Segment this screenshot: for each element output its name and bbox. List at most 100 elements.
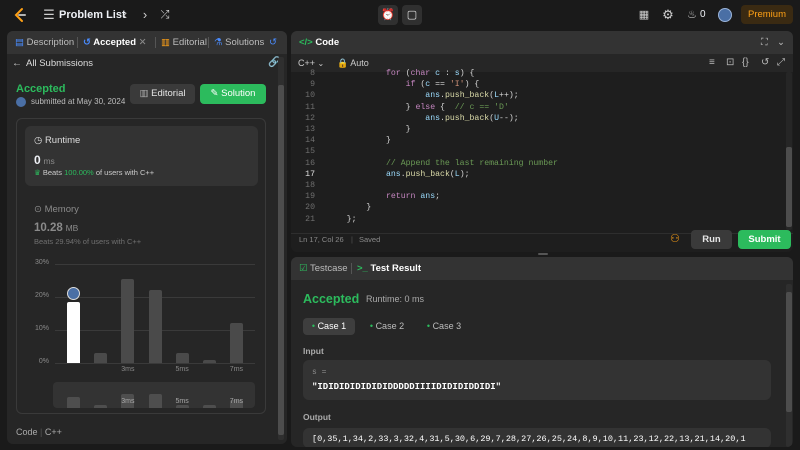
code-line[interactable]: 9 if (c == 'I') { [291, 79, 786, 90]
code-scrollbar-track[interactable] [786, 72, 792, 230]
submitted-date: submitted at May 30, 2024 [31, 97, 126, 106]
settings-gear-icon[interactable]: ⚙ [660, 7, 676, 23]
run-button[interactable]: Run [691, 230, 732, 249]
code-line[interactable]: 21 }; [291, 214, 786, 225]
tab-testcase[interactable]: ☑ Testcase [299, 257, 348, 280]
code-footer[interactable]: Code | C++ [16, 427, 62, 437]
output-field[interactable]: [0,35,1,34,2,33,3,32,4,31,5,30,6,29,7,28… [303, 428, 771, 447]
left-tab-bar: ▤ Description ↺ Accepted ✕ ▥ Editorial ⚗… [7, 31, 287, 54]
timer-icon[interactable]: ⏰ [378, 5, 398, 25]
solution-button[interactable]: ✎ Solution [200, 84, 266, 104]
code-text: if (c == 'I') { [405, 80, 480, 90]
y-tick-label: 10% [34, 325, 49, 332]
chart-bar[interactable] [121, 278, 135, 363]
notes-icon[interactable]: ▢ [402, 5, 422, 25]
code-text: ans.push_back(L++); [425, 91, 519, 101]
code-line[interactable]: 19 return ans; [291, 191, 786, 202]
code-line[interactable]: 18 [291, 180, 786, 191]
code-line[interactable]: 15 [291, 146, 786, 157]
layout-grid-icon[interactable]: ▦ [636, 7, 652, 23]
code-line[interactable]: 11 } else { // c == 'D' [291, 102, 786, 113]
chart-bar[interactable] [202, 359, 216, 363]
language-select[interactable]: C++ ⌄ [298, 58, 324, 68]
case-2-tab[interactable]: • Case 2 [361, 318, 413, 335]
editorial-button[interactable]: ▥ Editorial [130, 84, 195, 104]
range-overview-chart[interactable]: 3ms 5ms 7ms [53, 382, 255, 408]
list-icon[interactable]: ☰ [41, 7, 57, 23]
flame-icon[interactable]: ♨ [684, 7, 700, 23]
overview-bar [67, 396, 81, 408]
code-panel-header: </> Code ⛶ ⌄ [291, 31, 793, 54]
shuffle-icon[interactable]: ⤮ [157, 7, 173, 23]
tab-test-result[interactable]: >_ Test Result [357, 257, 421, 280]
code-tab[interactable]: </> Code [299, 31, 339, 54]
code-line[interactable]: 16 // Append the last remaining number [291, 158, 786, 169]
chart-bar[interactable] [229, 323, 243, 363]
code-line[interactable]: 8 for (char c : s) { [291, 68, 786, 79]
collapse-icon[interactable]: ⌄ [777, 31, 785, 54]
code-line[interactable]: 17 ans.push_back(L); [291, 169, 786, 180]
y-tick-label: 20% [34, 292, 49, 299]
tab-solutions[interactable]: ⚗ Solutions [214, 31, 264, 54]
runtime-card[interactable]: ◷ Runtime 0 ms ♛ Beats 100.00% of users … [25, 126, 258, 186]
chart-bar[interactable] [67, 301, 81, 363]
tab-description[interactable]: ▤ Description [15, 31, 74, 54]
tab-editorial[interactable]: ▥ Editorial [161, 31, 207, 54]
code-line[interactable]: 13 } [291, 124, 786, 135]
bookmark-icon[interactable]: ⊡ [726, 57, 734, 68]
all-submissions-link[interactable]: All Submissions [26, 58, 93, 70]
case-1-tab[interactable]: • Case 1 [303, 318, 355, 335]
prev-problem-icon[interactable]: ‹ [117, 7, 133, 23]
premium-button[interactable]: Premium [741, 5, 793, 24]
submit-button[interactable]: Submit [738, 230, 791, 249]
panel-resize-handle[interactable] [538, 253, 548, 255]
line-number: 15 [305, 147, 315, 157]
chart-bar[interactable] [94, 353, 108, 363]
memory-value: 10.28 MB [34, 222, 79, 234]
tab-more-icon[interactable]: ↺ [269, 31, 277, 54]
test-result-panel: ☑ Testcase >_ Test Result Accepted Runti… [291, 257, 793, 447]
input-label: Input [303, 346, 324, 356]
line-number: 9 [310, 80, 315, 90]
left-scrollbar-thumb[interactable] [278, 85, 284, 435]
code-text: }; [327, 214, 357, 224]
result-scrollbar-thumb[interactable] [786, 292, 792, 412]
chart-bar[interactable] [175, 353, 189, 363]
left-scrollbar-track[interactable] [278, 57, 284, 440]
code-line[interactable]: 14 } [291, 135, 786, 146]
code-line[interactable]: 20 } [291, 202, 786, 213]
back-arrow-icon[interactable]: ← [12, 58, 22, 70]
overview-bar [94, 405, 108, 408]
maximize-icon[interactable]: ⛶ [761, 31, 768, 54]
reset-icon[interactable]: ↺ [761, 57, 769, 68]
braces-icon[interactable]: {} [742, 57, 749, 68]
runtime-distribution-chart: 30% 20% 10% 0% 3ms 5ms 7ms 3ms 5ms 7ms [17, 259, 267, 415]
code-line[interactable]: 12 ans.push_back(U--); [291, 113, 786, 124]
code-scrollbar-thumb[interactable] [786, 147, 792, 227]
submission-panel: ▤ Description ↺ Accepted ✕ ▥ Editorial ⚗… [7, 31, 287, 444]
code-line[interactable]: 10 ans.push_back(L++); [291, 90, 786, 101]
chart-bar[interactable] [148, 290, 162, 363]
case-3-tab[interactable]: • Case 3 [418, 318, 470, 335]
line-number: 16 [305, 158, 315, 168]
avatar[interactable] [718, 8, 732, 22]
memory-header[interactable]: ⊙ Memory [34, 204, 79, 215]
tab-accepted[interactable]: ↺ Accepted ✕ [83, 31, 147, 54]
input-value: "IDIDIDIDIDIDIDDDDDIIIIDIDIDIDDIDI" [312, 382, 502, 392]
x-tick-label: 7ms [229, 366, 244, 373]
runtime-header: ◷ Runtime [34, 135, 81, 146]
problem-list-title[interactable]: Problem List [59, 7, 126, 23]
code-editor[interactable]: 8 for (char c : s) {9 if (c == 'I') {10 … [291, 68, 786, 225]
fullscreen-icon[interactable]: ⤢ [777, 57, 785, 68]
input-field[interactable]: s = "IDIDIDIDIDIDIDDDDDIIIIDIDIDIDDIDI" [303, 360, 771, 400]
result-tab-bar: ☑ Testcase >_ Test Result [291, 257, 793, 280]
format-icon[interactable]: ≡ [709, 57, 715, 68]
stats-container: ◷ Runtime 0 ms ♛ Beats 100.00% of users … [16, 118, 266, 414]
next-problem-icon[interactable]: › [137, 7, 153, 23]
tab-divider [208, 37, 209, 48]
close-tab-icon[interactable]: ✕ [139, 37, 147, 48]
debug-icon[interactable]: ⚇ [670, 232, 680, 245]
result-scrollbar-track[interactable] [786, 284, 792, 447]
y-tick-label: 30% [34, 259, 49, 266]
leetcode-logo-icon[interactable] [12, 7, 28, 23]
